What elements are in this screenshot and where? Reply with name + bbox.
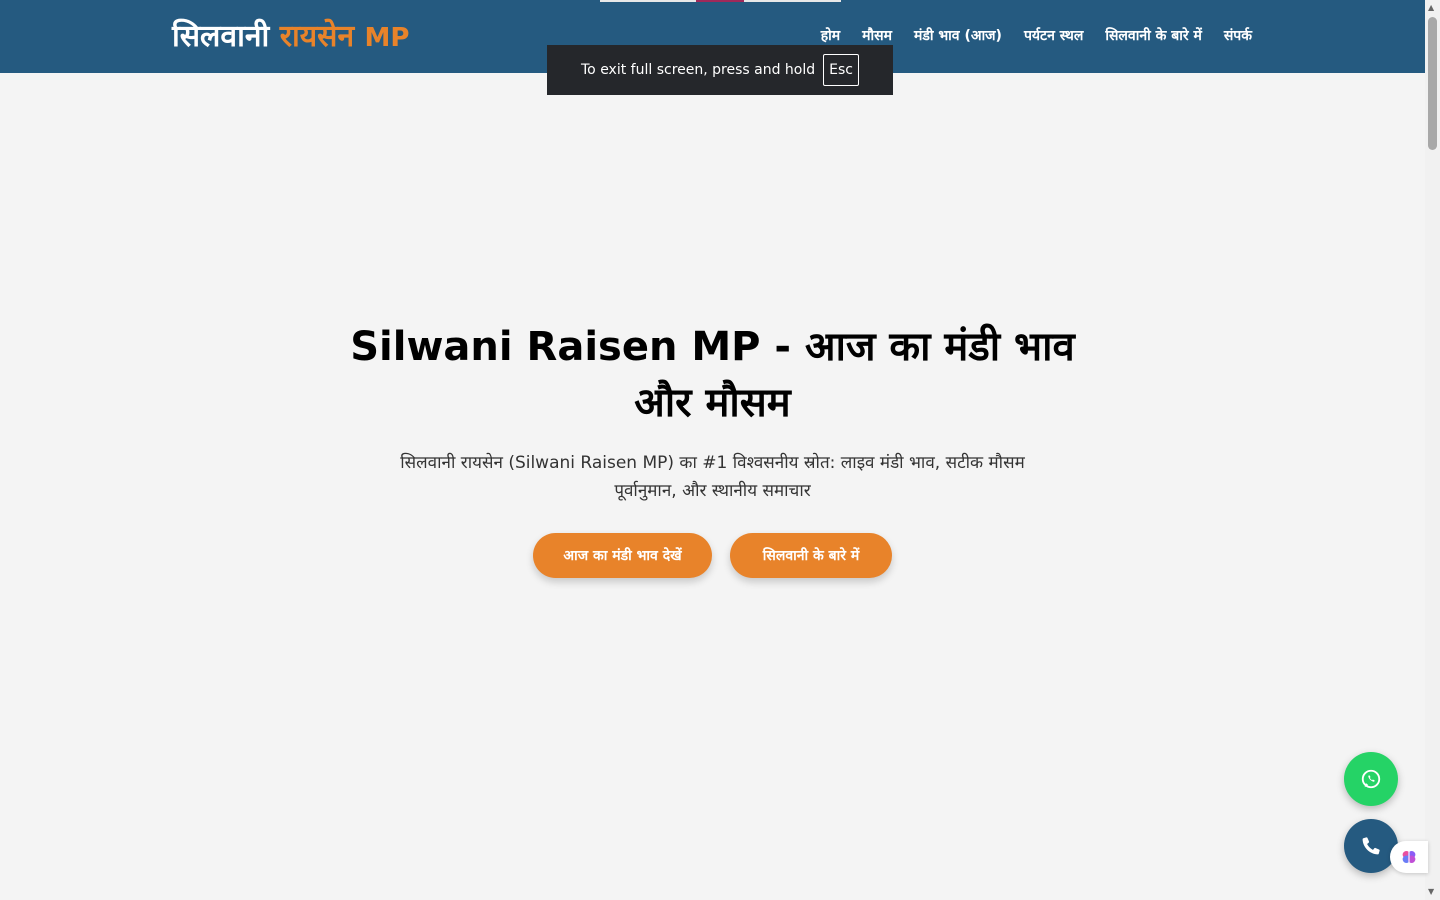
nav-item-tourism[interactable]: पर्यटन स्थल [1024, 26, 1083, 45]
scroll-down-icon[interactable]: ▼ [1428, 888, 1434, 896]
page-scrollbar[interactable]: ▲ ▼ [1425, 0, 1440, 900]
hero-section: Silwani Raisen MP - आज का मंडी भाव और मौ… [0, 73, 1425, 900]
nav-item-contact[interactable]: संपर्क [1224, 26, 1252, 45]
view-mandi-rates-button[interactable]: आज का मंडी भाव देखें [533, 533, 712, 578]
site-logo[interactable]: सिलवानी रायसेन MP [172, 14, 409, 55]
nav-item-mandi-rates[interactable]: मंडी भाव (आज) [914, 26, 1002, 45]
logo-suffix: MP [364, 23, 410, 53]
nav-item-home[interactable]: होम [821, 26, 840, 45]
extension-badge[interactable] [1390, 841, 1428, 873]
logo-accent: रायसेन [279, 19, 355, 54]
scrollbar-thumb[interactable] [1428, 17, 1437, 150]
fullscreen-indicator-strip [600, 0, 841, 2]
scroll-up-icon[interactable]: ▲ [1428, 4, 1434, 12]
hero-title: Silwani Raisen MP - आज का मंडी भाव और मौ… [350, 324, 1075, 426]
call-button[interactable] [1344, 819, 1398, 873]
hero-subtitle: सिलवानी रायसेन (Silwani Raisen MP) का #1… [400, 453, 1025, 501]
about-silwani-button[interactable]: सिलवानी के बारे में [730, 533, 892, 578]
whatsapp-button[interactable] [1344, 752, 1398, 806]
logo-main: सिलवानी [172, 19, 270, 54]
main-nav: होम मौसम मंडी भाव (आज) पर्यटन स्थल सिलवा… [821, 26, 1252, 45]
phone-icon [1362, 837, 1380, 855]
brain-icon [1402, 851, 1416, 863]
hero-buttons: आज का मंडी भाव देखें सिलवानी के बारे में [533, 533, 892, 578]
nav-item-weather[interactable]: मौसम [862, 26, 892, 45]
nav-item-about[interactable]: सिलवानी के बारे में [1105, 26, 1201, 45]
whatsapp-icon [1361, 769, 1381, 789]
